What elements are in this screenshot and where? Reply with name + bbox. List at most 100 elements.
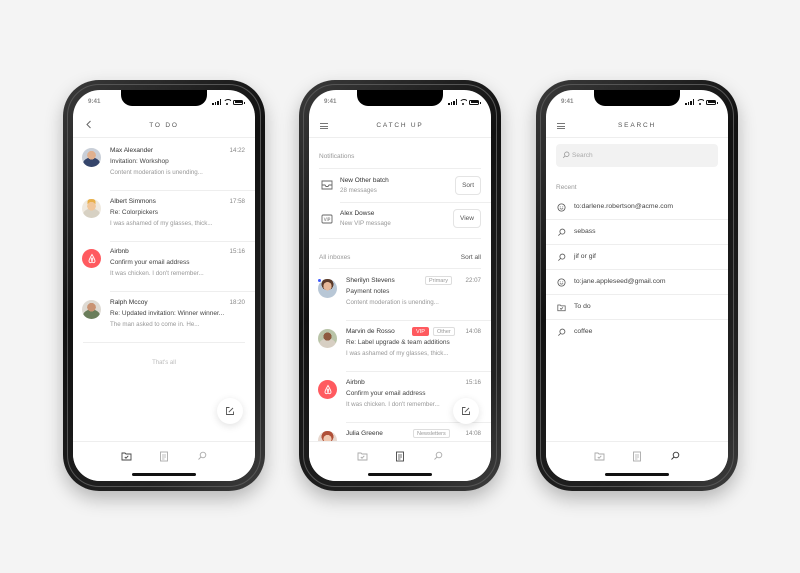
item-preview: I was ashamed of my glasses, thick...	[110, 220, 213, 227]
folder-check-icon	[557, 304, 566, 312]
notification-subtitle: New VIP message	[340, 220, 391, 227]
recent-item[interactable]: to:jane.appleseed@gmail.com	[546, 270, 728, 295]
list-item[interactable]: Ralph Mccoy 18:20 Re: Updated invitation…	[73, 292, 255, 342]
search-icon	[558, 228, 566, 236]
search-icon	[562, 151, 570, 159]
notification-item[interactable]: VIP Alex Dowse New VIP message View	[309, 204, 491, 234]
tab-catch-up[interactable]	[631, 450, 643, 462]
page-title: SEARCH	[618, 122, 656, 129]
notification-item[interactable]: New Other batch 28 messages Sort	[309, 170, 491, 200]
airbnb-logo-icon	[318, 380, 337, 399]
section-label: Notifications	[319, 153, 355, 160]
compose-icon	[226, 407, 234, 415]
tab-todo[interactable]	[593, 450, 605, 462]
header: CATCH UP	[309, 118, 491, 134]
sender-name: Sherilyn Stevens	[346, 277, 395, 284]
search-icon	[558, 253, 566, 261]
avatar	[82, 148, 101, 167]
search-icon	[558, 328, 566, 336]
tab-catch-up[interactable]	[158, 450, 170, 462]
tab-bar	[73, 441, 255, 481]
avatar	[82, 199, 101, 218]
status-bar: 9:41	[309, 97, 491, 109]
list-item[interactable]: Julia Greene Newsletters 14:08	[309, 423, 491, 450]
signal-icon	[212, 99, 221, 105]
list-item[interactable]: Max Alexander 14:22 Invitation: Workshop…	[73, 140, 255, 190]
divider	[73, 137, 255, 138]
recent-text: To do	[574, 303, 591, 310]
avatar	[318, 329, 337, 348]
search-input[interactable]	[572, 144, 702, 167]
list-item[interactable]: Airbnb 15:16 Confirm your email address …	[73, 241, 255, 291]
tab-search[interactable]	[196, 450, 208, 462]
sort-button[interactable]: Sort	[455, 176, 481, 195]
list-item[interactable]: Marvin de Rosso VIP Other 14:08 Re: Labe…	[309, 321, 491, 371]
label-tag: Other	[433, 327, 455, 336]
home-indicator	[132, 473, 196, 476]
compose-button[interactable]	[453, 398, 479, 424]
notification-title: Alex Dowse	[340, 210, 375, 217]
item-subject: Confirm your email address	[346, 390, 426, 397]
screen-catch-up: 9:41 CATCH UP Notifications New Other ba…	[309, 90, 491, 481]
item-time: 18:20	[229, 299, 245, 306]
screen-todo: 9:41 TO DO Max Alexander 14:22 Invitatio…	[73, 90, 255, 481]
item-preview: I was ashamed of my glasses, thick...	[346, 350, 449, 357]
section-label: Recent	[556, 184, 577, 191]
battery-icon	[469, 99, 481, 105]
sort-all-button[interactable]: Sort all	[461, 254, 481, 261]
status-time: 9:41	[88, 98, 101, 105]
recent-item[interactable]: To do	[546, 295, 728, 320]
catch-up-icon	[160, 451, 168, 461]
compose-button[interactable]	[217, 398, 243, 424]
item-subject: Payment notes	[346, 288, 390, 295]
screen-search: 9:41 SEARCH Recent to:darlene.robertson@…	[546, 90, 728, 481]
recent-item[interactable]: to:darlene.robertson@acme.com	[546, 195, 728, 220]
wifi-icon	[459, 99, 467, 105]
wifi-icon	[223, 99, 231, 105]
unread-badge	[317, 278, 322, 283]
status-time: 9:41	[561, 98, 574, 105]
vip-tag: VIP	[412, 327, 429, 336]
search-box[interactable]	[556, 144, 718, 167]
tab-bar	[546, 441, 728, 481]
sender-name: Julia Greene	[346, 430, 383, 437]
sender-name: Marvin de Rosso	[346, 328, 395, 335]
item-time: 22:07	[465, 277, 481, 284]
recent-item[interactable]: sebass	[546, 220, 728, 245]
airbnb-logo-icon	[82, 249, 101, 268]
view-button[interactable]: View	[453, 209, 481, 228]
item-preview: Content moderation is unending...	[110, 169, 203, 176]
folder-check-icon	[594, 452, 604, 461]
tab-catch-up[interactable]	[394, 450, 406, 462]
item-time: 14:08	[465, 430, 481, 437]
notification-subtitle: 28 messages	[340, 187, 377, 194]
page-title: TO DO	[149, 122, 179, 129]
item-subject: Re: Label upgrade & team additions	[346, 339, 450, 346]
tab-search[interactable]	[669, 450, 681, 462]
recent-item[interactable]: jif or gif	[546, 245, 728, 270]
item-time: 15:16	[465, 379, 481, 386]
signal-icon	[685, 99, 694, 105]
item-preview: The man asked to come in. He...	[110, 321, 200, 328]
tab-todo[interactable]	[120, 450, 132, 462]
folder-check-icon	[121, 452, 131, 461]
sender-name: Albert Simmons	[110, 198, 156, 205]
home-indicator	[605, 473, 669, 476]
list-item[interactable]: Sherilyn Stevens Primary 22:07 Payment n…	[309, 270, 491, 320]
item-subject: Re: Colorpickers	[110, 209, 159, 216]
avatar	[82, 300, 101, 319]
tab-search[interactable]	[432, 450, 444, 462]
home-indicator	[368, 473, 432, 476]
contact-icon	[557, 278, 566, 287]
list-item[interactable]: Albert Simmons 17:58 Re: Colorpickers I …	[73, 191, 255, 241]
item-subject: Re: Updated invitation: Winner winner...	[110, 310, 225, 317]
search-icon	[671, 451, 680, 460]
contact-icon	[557, 203, 566, 212]
vip-icon: VIP	[321, 214, 333, 224]
tab-todo[interactable]	[356, 450, 368, 462]
sender-name: Airbnb	[110, 248, 129, 255]
item-time: 14:22	[229, 147, 245, 154]
battery-icon	[706, 99, 718, 105]
phone-todo: 9:41 TO DO Max Alexander 14:22 Invitatio…	[63, 80, 265, 491]
recent-item[interactable]: coffee	[546, 320, 728, 345]
